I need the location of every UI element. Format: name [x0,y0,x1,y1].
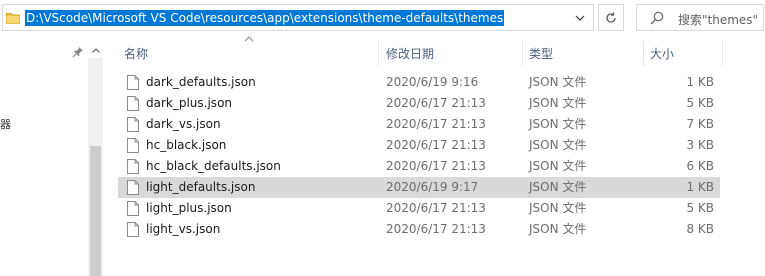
sort-up-icon [244,36,254,42]
file-row[interactable]: light_vs.json 2020/6/17 21:13 JSON 文件 8 … [118,219,720,240]
address-history-dropdown[interactable] [569,7,591,28]
refresh-button[interactable] [598,4,624,31]
search-placeholder: 搜索"themes" [678,13,759,27]
file-icon [127,180,139,195]
file-modified: 2020/6/17 21:13 [386,222,486,236]
file-type: JSON 文件 [529,96,587,110]
file-type: JSON 文件 [529,222,587,236]
column-divider[interactable] [522,40,523,66]
column-header-size[interactable]: 大小 [650,45,674,63]
file-row[interactable]: dark_plus.json 2020/6/17 21:13 JSON 文件 5… [118,93,720,114]
file-modified: 2020/6/17 21:13 [386,96,486,110]
file-type: JSON 文件 [529,117,587,131]
file-row[interactable]: dark_defaults.json 2020/6/19 9:16 JSON 文… [118,72,720,93]
file-row[interactable]: dark_vs.json 2020/6/17 21:13 JSON 文件 7 K… [118,114,720,135]
file-name: light_plus.json [146,201,232,215]
file-row[interactable]: light_plus.json 2020/6/17 21:13 JSON 文件 … [118,198,720,219]
file-list: dark_defaults.json 2020/6/19 9:16 JSON 文… [118,72,720,240]
file-icon [127,96,139,111]
file-type: JSON 文件 [529,201,587,215]
file-type: JSON 文件 [529,138,587,152]
file-icon [127,159,139,174]
nav-scroll-thumb[interactable] [90,146,101,276]
column-divider[interactable] [722,40,723,66]
search-icon [650,11,664,25]
file-type: JSON 文件 [529,75,587,89]
file-name: dark_defaults.json [146,75,256,89]
search-input[interactable]: 搜索"themes" [636,4,764,31]
file-icon [127,117,139,132]
file-size: 5 KB [686,201,714,215]
nav-item-label[interactable]: 器 [0,116,11,132]
file-size: 6 KB [686,159,714,173]
file-icon [127,222,139,237]
column-divider[interactable] [378,40,379,66]
file-type: JSON 文件 [529,159,587,173]
column-header-name[interactable]: 名称 [124,45,148,63]
file-name: light_defaults.json [146,180,256,194]
file-size: 1 KB [686,75,714,89]
column-header-type[interactable]: 类型 [529,45,553,63]
file-modified: 2020/6/17 21:13 [386,201,486,215]
file-name: hc_black_defaults.json [146,159,281,173]
file-size: 3 KB [686,138,714,152]
file-modified: 2020/6/17 21:13 [386,117,486,131]
file-modified: 2020/6/17 21:13 [386,159,486,173]
navigation-pane: 器 [0,38,104,276]
file-modified: 2020/6/19 9:16 [386,75,479,89]
column-divider[interactable] [643,40,644,66]
file-explorer-window: D:\VScode\Microsoft VS Code\resources\ap… [0,0,765,276]
file-size: 7 KB [686,117,714,131]
file-icon [127,138,139,153]
nav-scroll-up-button[interactable] [90,44,102,56]
file-size: 8 KB [686,222,714,236]
address-path[interactable]: D:\VScode\Microsoft VS Code\resources\ap… [25,10,505,26]
refresh-icon [606,11,616,23]
file-icon [127,201,139,216]
file-modified: 2020/6/19 9:17 [386,180,479,194]
address-bar[interactable]: D:\VScode\Microsoft VS Code\resources\ap… [2,4,594,31]
file-name: hc_black.json [146,138,227,152]
file-modified: 2020/6/17 21:13 [386,138,486,152]
file-row[interactable]: light_defaults.json 2020/6/19 9:17 JSON … [118,177,720,198]
file-name: light_vs.json [146,222,221,236]
file-type: JSON 文件 [529,180,587,194]
folder-icon [6,13,20,24]
file-row[interactable]: hc_black.json 2020/6/17 21:13 JSON 文件 3 … [118,135,720,156]
file-name: dark_vs.json [146,117,221,131]
chevron-down-icon [575,15,585,21]
file-name: dark_plus.json [146,96,233,110]
column-header-modified[interactable]: 修改日期 [386,45,434,63]
file-size: 1 KB [686,180,714,194]
file-icon [127,75,139,90]
pin-icon[interactable] [72,46,84,58]
nav-scrollbar[interactable] [88,58,103,276]
file-row[interactable]: hc_black_defaults.json 2020/6/17 21:13 J… [118,156,720,177]
chevron-up-icon [92,47,100,53]
file-size: 5 KB [686,96,714,110]
